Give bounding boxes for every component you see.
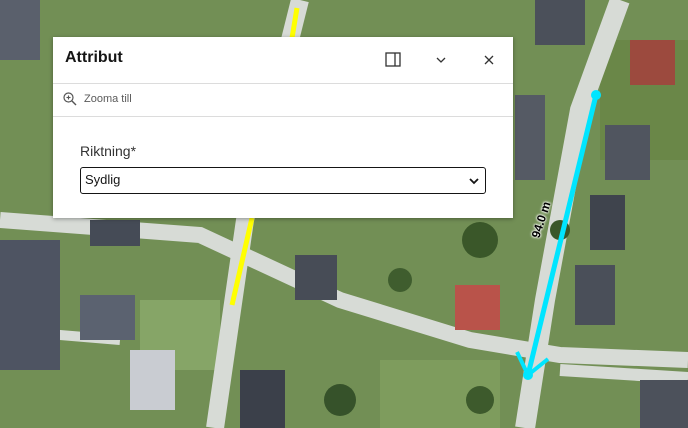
- measure-start-vertex[interactable]: [591, 90, 601, 100]
- zoom-in-icon: [63, 92, 77, 106]
- dock-button[interactable]: [383, 50, 403, 70]
- chevron-down-icon: [436, 57, 446, 63]
- building: [455, 285, 500, 330]
- measure-end-vertex[interactable]: [523, 370, 533, 380]
- zoom-to-button[interactable]: Zooma till: [62, 91, 132, 107]
- attribute-popup: Attribut Zooma till Riktning* Sydlig: [53, 37, 513, 218]
- zoom-to-label: Zooma till: [84, 93, 132, 105]
- building: [640, 380, 688, 428]
- popup-header: Attribut: [53, 37, 513, 84]
- building: [515, 95, 545, 180]
- building: [80, 295, 135, 340]
- building: [0, 240, 60, 370]
- building: [605, 125, 650, 180]
- building: [90, 220, 140, 246]
- building: [130, 350, 175, 410]
- close-icon: [484, 55, 494, 65]
- popup-toolbar: Zooma till: [53, 84, 513, 117]
- building: [535, 0, 585, 45]
- popup-title: Attribut: [65, 49, 123, 66]
- building: [240, 370, 285, 428]
- building: [0, 0, 40, 60]
- building: [575, 265, 615, 325]
- riktning-select-value: Sydlig: [85, 172, 121, 187]
- riktning-select[interactable]: Sydlig: [80, 167, 486, 194]
- building: [295, 255, 337, 300]
- riktning-label: Riktning*: [80, 143, 137, 159]
- close-button[interactable]: [479, 50, 499, 70]
- chevron-down-icon: [469, 178, 479, 185]
- building: [630, 40, 675, 85]
- road: [559, 364, 688, 384]
- dock-icon: [385, 52, 401, 67]
- building: [590, 195, 625, 250]
- collapse-button[interactable]: [431, 50, 451, 70]
